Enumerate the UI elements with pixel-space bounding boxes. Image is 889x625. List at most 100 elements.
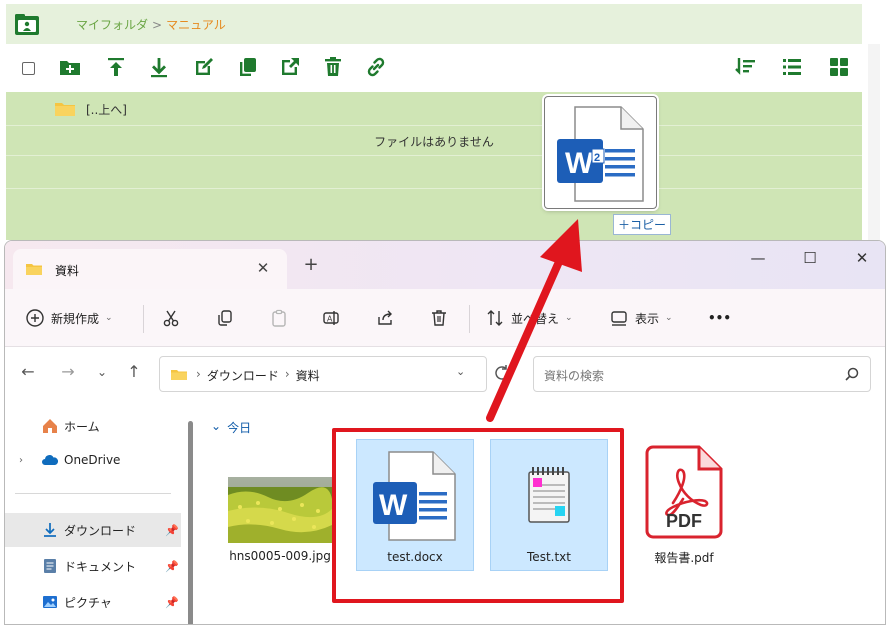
trash-icon	[432, 310, 446, 326]
sort-arrows-icon	[487, 310, 503, 326]
navigation-pane: ホーム › OneDrive ダウンロード 📌 ドキュメント 📌 ピクチャ 📌	[5, 399, 181, 624]
command-bar: 新規作成 ⌄ A 並べ替え ⌄ 表示 ⌄ •••	[5, 289, 885, 347]
download-icon[interactable]	[147, 55, 171, 79]
back-arrow-icon[interactable]: ←	[17, 361, 39, 383]
minimize-button[interactable]: —	[745, 247, 771, 269]
close-window-button[interactable]: ✕	[849, 247, 875, 269]
group-header-label: 今日	[227, 421, 252, 435]
folder-icon	[55, 103, 75, 116]
recent-locations-chevron-icon[interactable]: ⌄	[91, 361, 113, 383]
list-view-icon[interactable]	[780, 55, 804, 79]
nav-item-onedrive[interactable]: › OneDrive	[5, 443, 181, 477]
sort-button[interactable]: 並べ替え ⌄	[485, 307, 573, 329]
pin-icon[interactable]: 📌	[165, 560, 179, 573]
up-arrow-icon[interactable]: ↑	[123, 361, 145, 383]
tab-close-button[interactable]: ✕	[253, 258, 273, 278]
web-file-list[interactable]: [..上へ] ファイルはありません	[6, 92, 862, 240]
pdf-file-icon: PDF	[645, 445, 723, 539]
chevron-down-icon: ⌄	[211, 419, 222, 433]
share-icon	[378, 310, 392, 325]
copy-button[interactable]	[215, 307, 235, 329]
download-folder-icon	[44, 523, 56, 537]
parent-folder-link[interactable]: [..上へ]	[86, 101, 127, 118]
copy-icon[interactable]	[236, 55, 260, 79]
address-box[interactable]: › ダウンロード › 資料 ⌄	[159, 356, 487, 392]
link-icon[interactable]	[364, 55, 388, 79]
folder-icon	[171, 370, 187, 380]
edit-icon[interactable]	[192, 55, 216, 79]
more-options-button[interactable]: •••	[708, 307, 731, 329]
refresh-icon[interactable]	[491, 362, 513, 384]
svg-text:A: A	[327, 315, 333, 324]
nav-item-documents[interactable]: ドキュメント 📌	[5, 549, 181, 583]
breadcrumb-separator: >	[152, 17, 163, 32]
share-button[interactable]	[375, 307, 395, 329]
pin-icon[interactable]: 📌	[165, 596, 179, 609]
move-icon[interactable]	[278, 55, 302, 79]
cut-button[interactable]	[161, 307, 181, 329]
path-separator: ›	[284, 367, 290, 381]
new-tab-button[interactable]: +	[301, 255, 321, 275]
group-header-today[interactable]: ⌄ 今日	[211, 419, 251, 436]
search-input[interactable]: 資料の検索	[533, 356, 871, 392]
file-item-pdf[interactable]: PDF 報告書.pdf	[625, 439, 743, 571]
nav-divider	[15, 493, 171, 494]
delete-button[interactable]	[429, 307, 449, 329]
svg-text:2: 2	[594, 152, 600, 164]
rename-button[interactable]: A	[321, 307, 341, 329]
new-folder-icon[interactable]	[58, 55, 82, 79]
folder-logo-icon[interactable]	[14, 13, 40, 37]
nav-item-label: ピクチャ	[64, 595, 112, 610]
nav-item-downloads[interactable]: ダウンロード 📌	[5, 513, 181, 547]
drag-ghost: W 2	[544, 96, 657, 209]
nav-item-pictures[interactable]: ピクチャ 📌	[5, 585, 181, 619]
select-all-checkbox[interactable]	[22, 62, 35, 75]
sort-button-label: 並べ替え	[511, 311, 560, 326]
svg-text:PDF: PDF	[666, 511, 702, 531]
web-toolbar	[6, 44, 862, 92]
word-file-icon: W 2	[557, 106, 644, 202]
maximize-button[interactable]: ☐	[797, 247, 823, 269]
view-button-label: 表示	[635, 311, 660, 326]
file-item-jpg[interactable]: hns0005-009.jpg	[221, 449, 339, 581]
chevron-down-icon: ⌄	[565, 313, 573, 323]
nav-scrollbar[interactable]	[188, 421, 193, 624]
address-path: › ダウンロード › 資料	[196, 367, 320, 384]
chevron-down-icon: ⌄	[665, 313, 673, 323]
nav-item-home[interactable]: ホーム	[5, 409, 181, 443]
breadcrumb: マイフォルダ > マニュアル	[76, 16, 226, 33]
sort-icon[interactable]	[733, 55, 757, 79]
new-button[interactable]: 新規作成 ⌄	[25, 307, 113, 329]
home-icon	[43, 419, 57, 433]
row-divider	[6, 125, 862, 126]
paste-button[interactable]	[269, 307, 289, 329]
paste-icon	[272, 309, 286, 327]
address-dropdown-icon[interactable]: ⌄	[456, 365, 465, 378]
path-segment-shiryo[interactable]: 資料	[296, 367, 320, 384]
forward-arrow-icon[interactable]: →	[57, 361, 79, 383]
documents-icon	[44, 559, 56, 573]
copy-badge: ＋コピー	[613, 214, 671, 235]
folder-icon	[26, 264, 42, 275]
svg-text:W: W	[565, 147, 594, 180]
nav-item-label: OneDrive	[64, 453, 121, 467]
path-segment-downloads[interactable]: ダウンロード	[207, 367, 279, 384]
image-thumbnail	[228, 477, 332, 543]
rename-icon: A	[323, 311, 339, 325]
delete-icon[interactable]	[321, 55, 345, 79]
upload-icon[interactable]	[104, 55, 128, 79]
view-button[interactable]: 表示 ⌄	[609, 307, 673, 329]
chevron-right-icon[interactable]: ›	[19, 455, 23, 466]
web-scrollbar[interactable]	[868, 44, 880, 240]
breadcrumb-current: マニュアル	[166, 18, 226, 32]
web-header: マイフォルダ > マニュアル	[6, 4, 862, 44]
grid-view-icon[interactable]	[827, 55, 851, 79]
file-name: hns0005-009.jpg	[229, 549, 331, 563]
tab-shiryo[interactable]: 資料 ✕	[13, 249, 287, 289]
pin-icon[interactable]: 📌	[165, 524, 179, 537]
empty-message: ファイルはありません	[374, 135, 494, 149]
search-icon	[845, 367, 859, 381]
breadcrumb-my-folder[interactable]: マイフォルダ	[76, 16, 148, 33]
nav-item-label: ドキュメント	[64, 559, 137, 574]
copy-icon	[218, 310, 232, 326]
